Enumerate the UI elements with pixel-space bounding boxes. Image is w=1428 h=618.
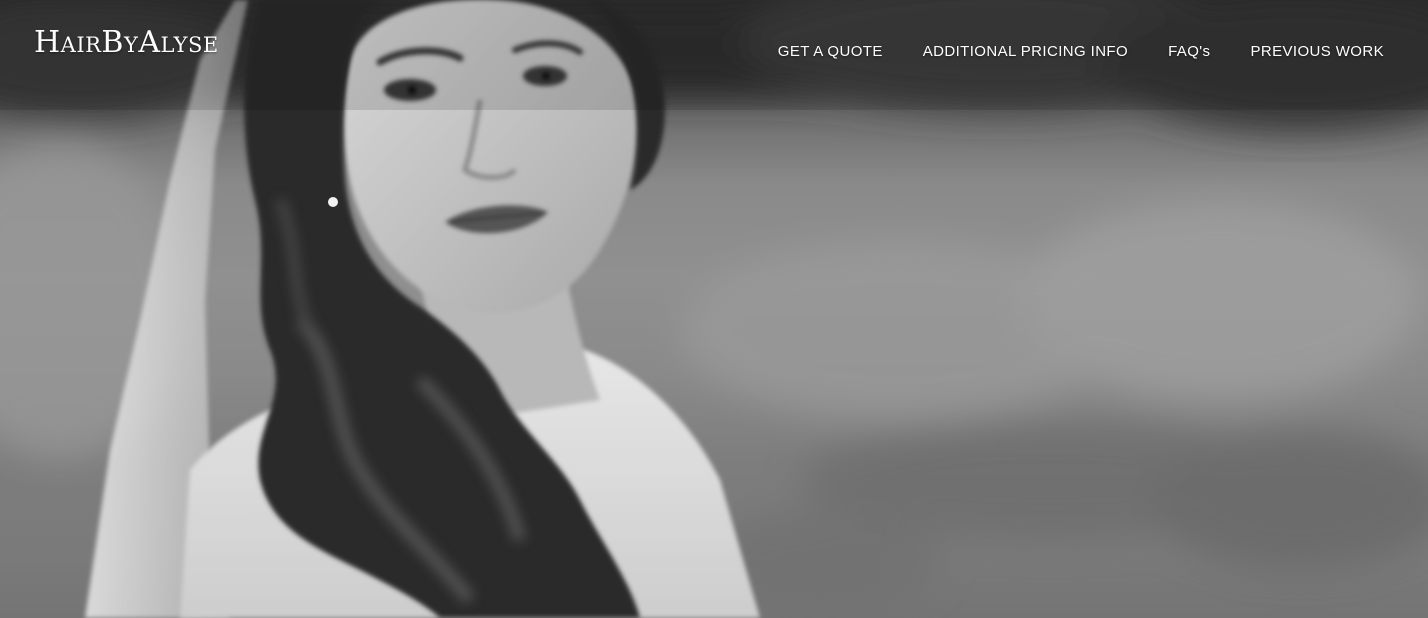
site-logo[interactable]: HairByAlyse <box>34 24 219 62</box>
page: HairByAlyse GET A QUOTE ADDITIONAL PRICI… <box>0 0 1428 618</box>
nav-link-faqs[interactable]: FAQ's <box>1128 42 1210 62</box>
nav-link-additional-pricing-info[interactable]: ADDITIONAL PRICING INFO <box>883 42 1128 62</box>
nav-link-previous-work[interactable]: PREVIOUS WORK <box>1210 42 1384 62</box>
main-nav: GET A QUOTE ADDITIONAL PRICING INFO FAQ'… <box>738 42 1384 62</box>
site-header: HairByAlyse GET A QUOTE ADDITIONAL PRICI… <box>0 0 1428 104</box>
nav-link-get-a-quote[interactable]: GET A QUOTE <box>738 42 883 62</box>
